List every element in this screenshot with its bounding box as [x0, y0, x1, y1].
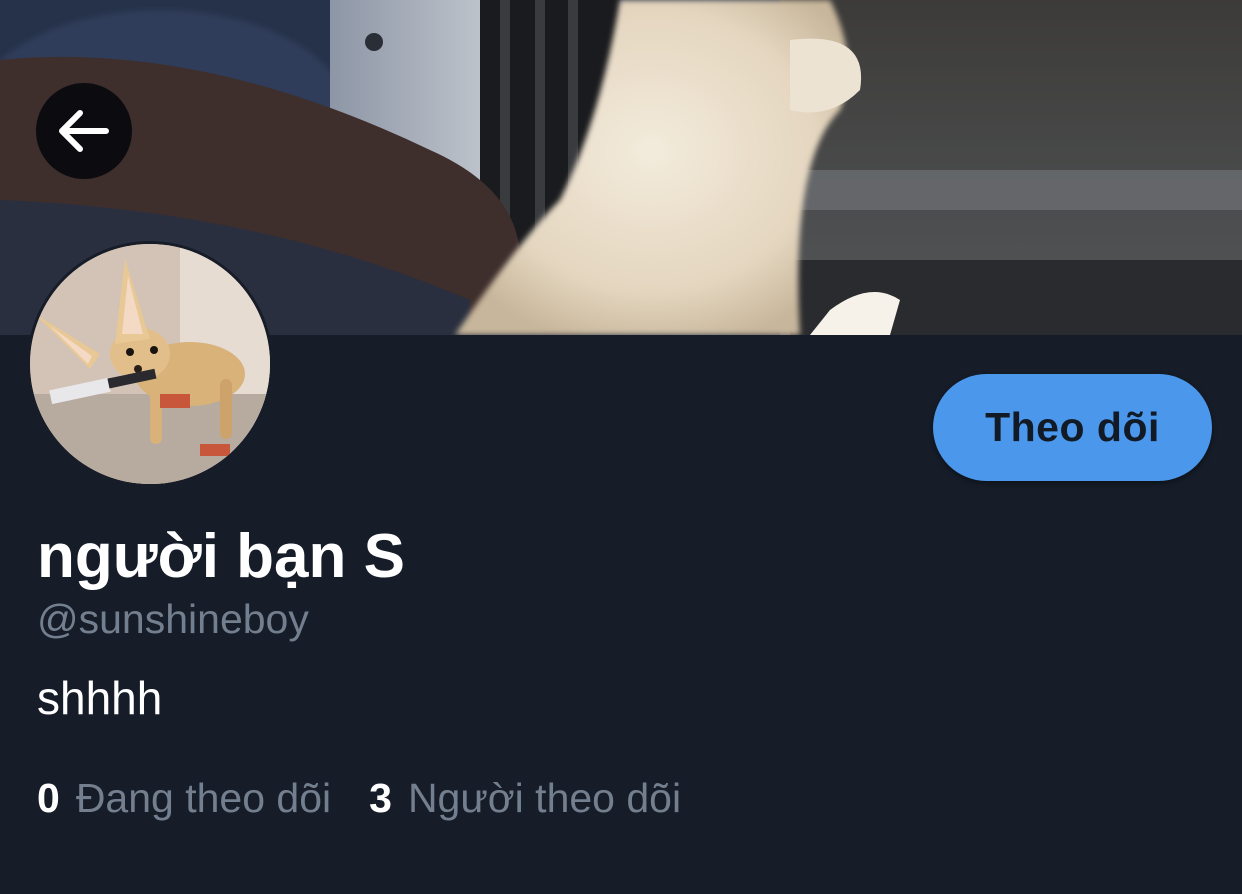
avatar-image: [30, 244, 270, 484]
follow-stats: 0 Đang theo dõi 3 Người theo dõi: [37, 772, 681, 824]
followers-label: Người theo dõi: [407, 775, 682, 821]
following-label: Đang theo dõi: [75, 775, 332, 821]
followers-stat[interactable]: 3 Người theo dõi: [369, 772, 681, 824]
profile-page: Theo dõi người bạn S @sunshineboy shhhh …: [0, 0, 1242, 894]
following-count: 0: [37, 775, 60, 821]
username-handle: @sunshineboy: [37, 596, 309, 642]
following-stat[interactable]: 0 Đang theo dõi: [37, 772, 331, 824]
back-button[interactable]: [36, 83, 132, 179]
display-name: người bạn S: [37, 522, 405, 591]
avatar[interactable]: [27, 241, 273, 487]
arrow-left-icon: [59, 110, 109, 152]
followers-count: 3: [369, 775, 392, 821]
follow-button[interactable]: Theo dõi: [933, 374, 1212, 481]
profile-bio: shhhh: [37, 672, 163, 724]
